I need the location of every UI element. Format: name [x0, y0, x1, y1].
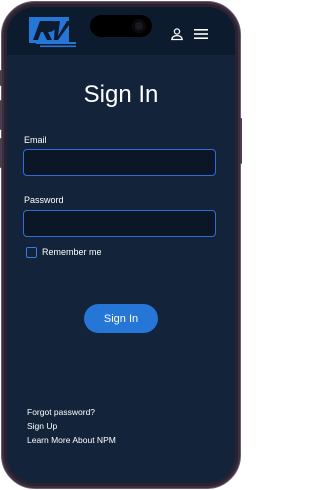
app-header	[7, 7, 235, 55]
forgot-password-link[interactable]: Forgot password?	[27, 405, 116, 419]
volume-up-button	[0, 100, 2, 130]
page-title: Sign In	[83, 81, 159, 108]
user-icon[interactable]	[170, 27, 184, 41]
mute-switch	[0, 70, 2, 86]
email-field[interactable]	[23, 149, 216, 176]
remember-me-row[interactable]: Remember me	[26, 245, 102, 259]
password-field[interactable]	[23, 210, 216, 237]
dynamic-island	[90, 15, 152, 37]
email-label: Email	[24, 135, 47, 145]
app-screen: Sign In Email Password Remember me Sign …	[7, 7, 235, 483]
remember-me-checkbox[interactable]	[26, 246, 37, 258]
sign-up-link[interactable]: Sign Up	[27, 419, 116, 433]
rv-logo[interactable]	[28, 16, 76, 48]
learn-more-link[interactable]: Learn More About NPM	[27, 433, 116, 447]
camera-icon	[132, 19, 146, 33]
hamburger-menu-icon[interactable]	[193, 27, 209, 41]
sign-in-button[interactable]: Sign In	[84, 304, 158, 333]
footer-links: Forgot password? Sign Up Learn More Abou…	[27, 405, 116, 447]
power-button	[240, 118, 242, 164]
remember-me-label: Remember me	[42, 247, 102, 257]
password-label: Password	[24, 195, 64, 205]
volume-down-button	[0, 138, 2, 168]
